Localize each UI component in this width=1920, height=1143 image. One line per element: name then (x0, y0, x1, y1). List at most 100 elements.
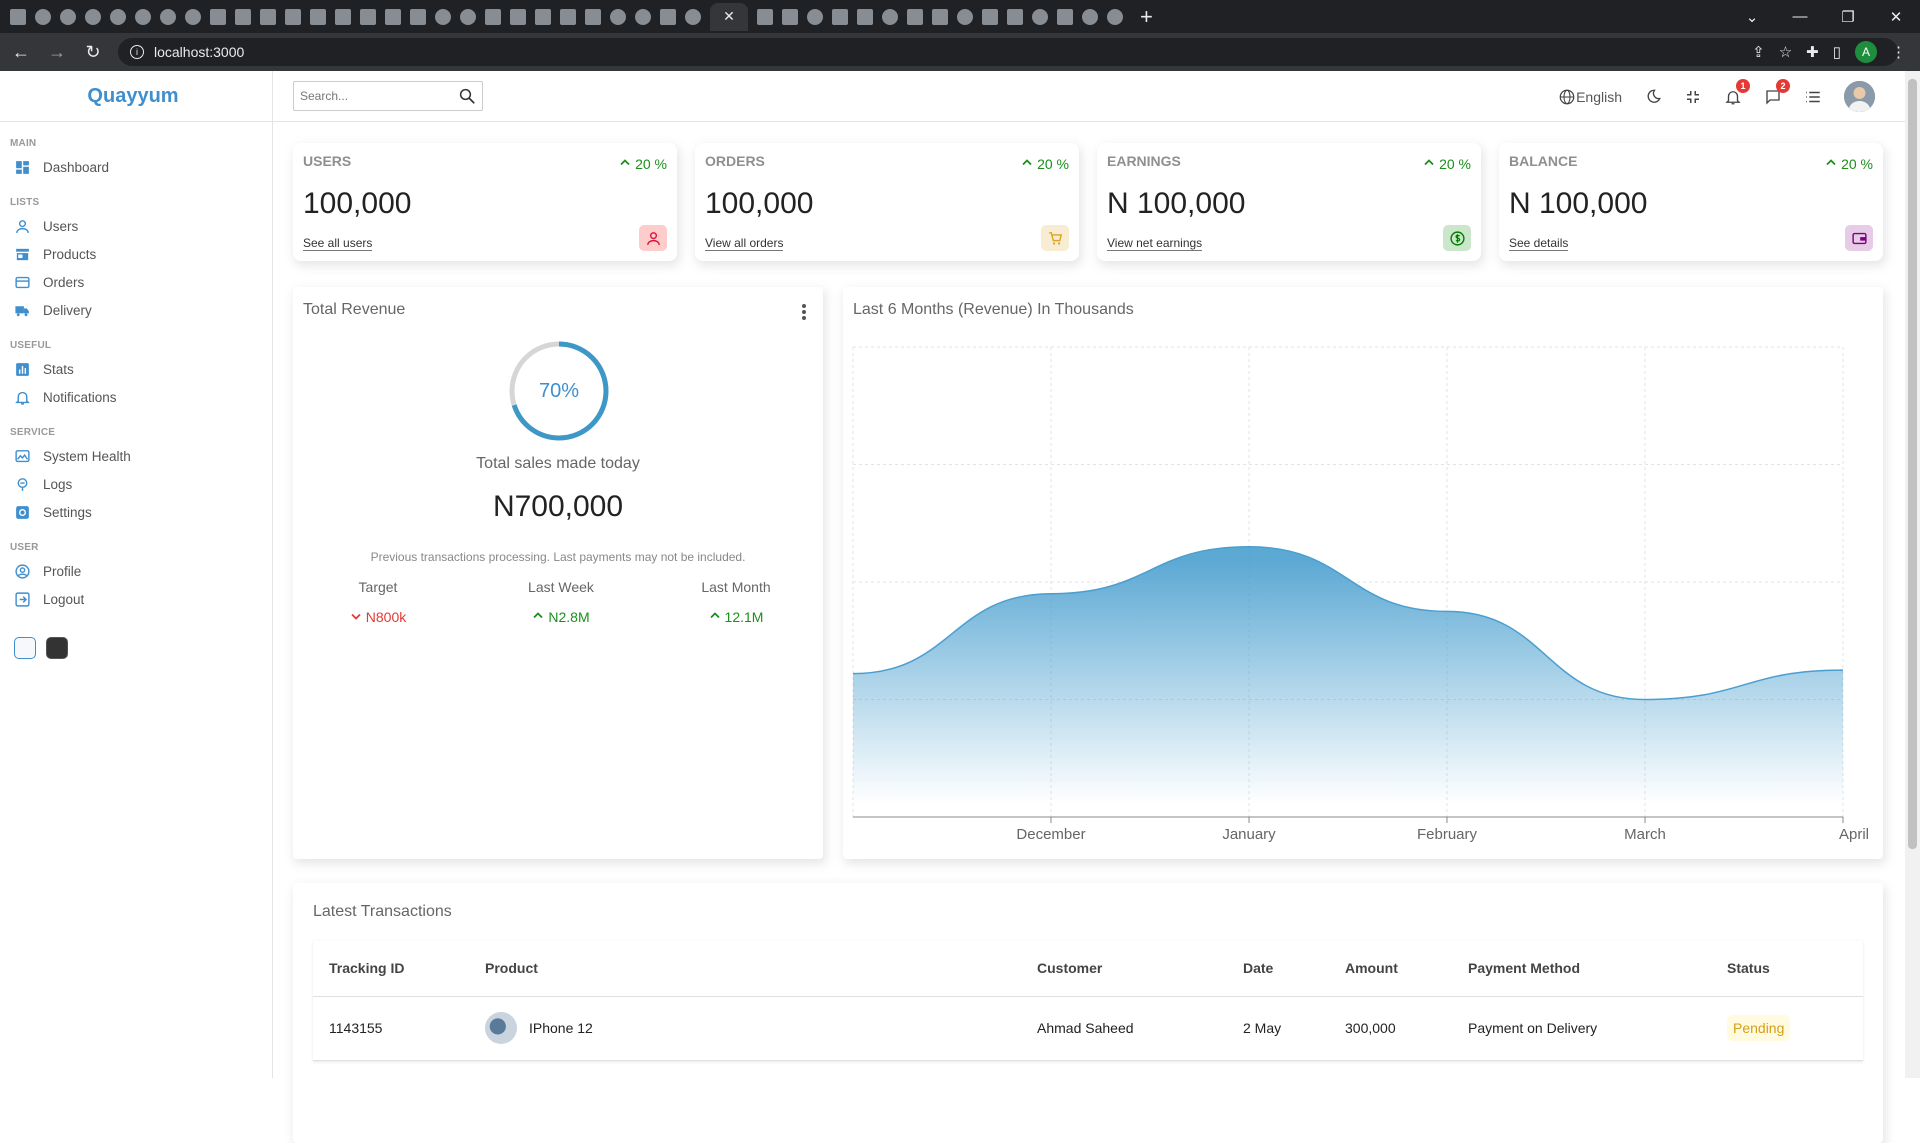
sidebar-item-logs[interactable]: Logs (0, 470, 272, 498)
column-header-customer[interactable]: Customer (1021, 941, 1227, 997)
list-menu-button[interactable] (1804, 88, 1822, 106)
data-point-april[interactable] (1841, 668, 1845, 672)
data-point-november[interactable] (851, 672, 855, 676)
tab-favicon-icon[interactable] (460, 8, 476, 25)
sidebar-item-stats[interactable]: Stats (0, 355, 272, 383)
back-icon[interactable]: ← (6, 42, 36, 63)
page-scrollbar[interactable] (1905, 71, 1920, 1078)
tab-favicon-icon[interactable] (60, 8, 76, 25)
light-theme-button[interactable] (14, 637, 36, 659)
column-header-date[interactable]: Date (1227, 941, 1329, 997)
column-header-product[interactable]: Product (469, 941, 1021, 997)
tab-favicon-icon[interactable] (510, 8, 526, 25)
more-menu-icon[interactable]: ⋮ (1891, 43, 1906, 61)
sidebar-item-notifications[interactable]: Notifications (0, 383, 272, 411)
data-point-february[interactable] (1445, 609, 1449, 613)
tab-favicon-icon[interactable] (1082, 8, 1098, 25)
tab-favicon-icon[interactable] (235, 8, 251, 25)
column-header-tracking-id[interactable]: Tracking ID (313, 941, 469, 997)
widget-link[interactable]: See details (1509, 236, 1569, 251)
info-icon[interactable]: i (130, 45, 144, 59)
sidebar-item-settings[interactable]: Settings (0, 498, 272, 526)
tab-favicon-icon[interactable] (957, 8, 973, 25)
widget-link[interactable]: View all orders (705, 236, 784, 251)
tab-favicon-icon[interactable] (1032, 8, 1048, 25)
address-bar[interactable]: i localhost:3000 (118, 38, 1898, 66)
star-icon[interactable]: ☆ (1779, 43, 1792, 61)
scrollbar-thumb[interactable] (1908, 79, 1917, 849)
chevron-down-icon[interactable]: ⌄ (1728, 8, 1776, 26)
logo[interactable]: Quayyum (87, 85, 178, 108)
tab-favicon-icon[interactable] (385, 8, 401, 25)
tab-favicon-icon[interactable] (932, 8, 948, 25)
tab-favicon-icon[interactable] (585, 8, 601, 25)
tab-favicon-icon[interactable] (635, 8, 651, 25)
tab-favicon-icon[interactable] (782, 8, 798, 25)
dark-theme-button[interactable] (46, 637, 68, 659)
tab-favicon-icon[interactable] (1007, 8, 1023, 25)
extensions-icon[interactable]: ✚ (1806, 43, 1819, 61)
tab-favicon-icon[interactable] (485, 8, 501, 25)
browser-profile-avatar[interactable]: A (1855, 41, 1877, 63)
tab-favicon-icon[interactable] (260, 8, 276, 25)
table-row[interactable]: 1143155 IPhone 12 Ahmad Saheed 2 May 300… (313, 996, 1863, 1061)
tab-favicon-icon[interactable] (560, 8, 576, 25)
more-vert-icon[interactable] (801, 303, 807, 321)
tab-favicon-icon[interactable] (907, 8, 923, 25)
search-icon[interactable] (458, 87, 476, 105)
notifications-button[interactable]: 1 (1724, 78, 1750, 106)
tab-favicon-icon[interactable] (185, 8, 201, 25)
tab-favicon-icon[interactable] (10, 8, 26, 25)
dark-mode-toggle[interactable] (1644, 88, 1662, 106)
sidebar-item-orders[interactable]: Orders (0, 268, 272, 296)
tab-favicon-icon[interactable] (410, 8, 426, 25)
sidebar-item-dashboard[interactable]: Dashboard (0, 153, 272, 181)
tab-favicon-icon[interactable] (35, 8, 51, 25)
tab-favicon-icon[interactable] (610, 8, 626, 25)
tab-favicon-icon[interactable] (335, 8, 351, 25)
tab-favicon-icon[interactable] (110, 8, 126, 25)
language-selector[interactable]: English (1558, 88, 1622, 106)
tab-favicon-icon[interactable] (1107, 8, 1123, 25)
tab-favicon-icon[interactable] (210, 8, 226, 25)
side-panel-icon[interactable]: ▯ (1833, 43, 1841, 61)
avatar[interactable] (1844, 81, 1875, 112)
forward-icon[interactable]: → (42, 42, 72, 63)
tab-favicon-icon[interactable] (285, 8, 301, 25)
tab-favicon-icon[interactable] (160, 8, 176, 25)
sidebar-item-products[interactable]: Products (0, 240, 272, 268)
widget-link[interactable]: See all users (303, 236, 373, 251)
data-point-january[interactable] (1247, 545, 1251, 549)
active-tab[interactable]: ✕ (710, 2, 748, 31)
tab-favicon-icon[interactable] (982, 8, 998, 25)
tab-favicon-icon[interactable] (882, 8, 898, 25)
tab-favicon-icon[interactable] (1057, 8, 1073, 25)
tab-favicon-icon[interactable] (535, 8, 551, 25)
tab-favicon-icon[interactable] (135, 8, 151, 25)
messages-button[interactable]: 2 (1764, 78, 1790, 106)
share-icon[interactable]: ⇪ (1752, 43, 1765, 61)
tab-favicon-icon[interactable] (435, 8, 451, 25)
tab-favicon-icon[interactable] (832, 8, 848, 25)
close-icon[interactable]: ✕ (723, 8, 735, 25)
close-window-icon[interactable]: ✕ (1872, 8, 1920, 26)
tab-favicon-icon[interactable] (310, 8, 326, 25)
column-header-payment-method[interactable]: Payment Method (1452, 941, 1711, 997)
tab-favicon-icon[interactable] (660, 8, 676, 25)
tab-favicon-icon[interactable] (360, 8, 376, 25)
column-header-status[interactable]: Status (1711, 941, 1863, 997)
tab-favicon-icon[interactable] (807, 8, 823, 25)
sidebar-item-users[interactable]: Users (0, 212, 272, 240)
new-tab-icon[interactable]: + (1140, 4, 1153, 30)
data-point-march[interactable] (1643, 698, 1647, 702)
reload-icon[interactable]: ↻ (78, 42, 108, 63)
sidebar-item-profile[interactable]: Profile (0, 557, 272, 585)
widget-link[interactable]: View net earnings (1107, 236, 1203, 251)
sidebar-item-delivery[interactable]: Delivery (0, 296, 272, 324)
tab-favicon-icon[interactable] (857, 8, 873, 25)
sidebar-item-system-health[interactable]: System Health (0, 442, 272, 470)
tab-favicon-icon[interactable] (85, 8, 101, 25)
data-point-december[interactable] (1049, 592, 1053, 596)
column-header-amount[interactable]: Amount (1329, 941, 1452, 997)
tab-favicon-icon[interactable] (685, 8, 701, 25)
